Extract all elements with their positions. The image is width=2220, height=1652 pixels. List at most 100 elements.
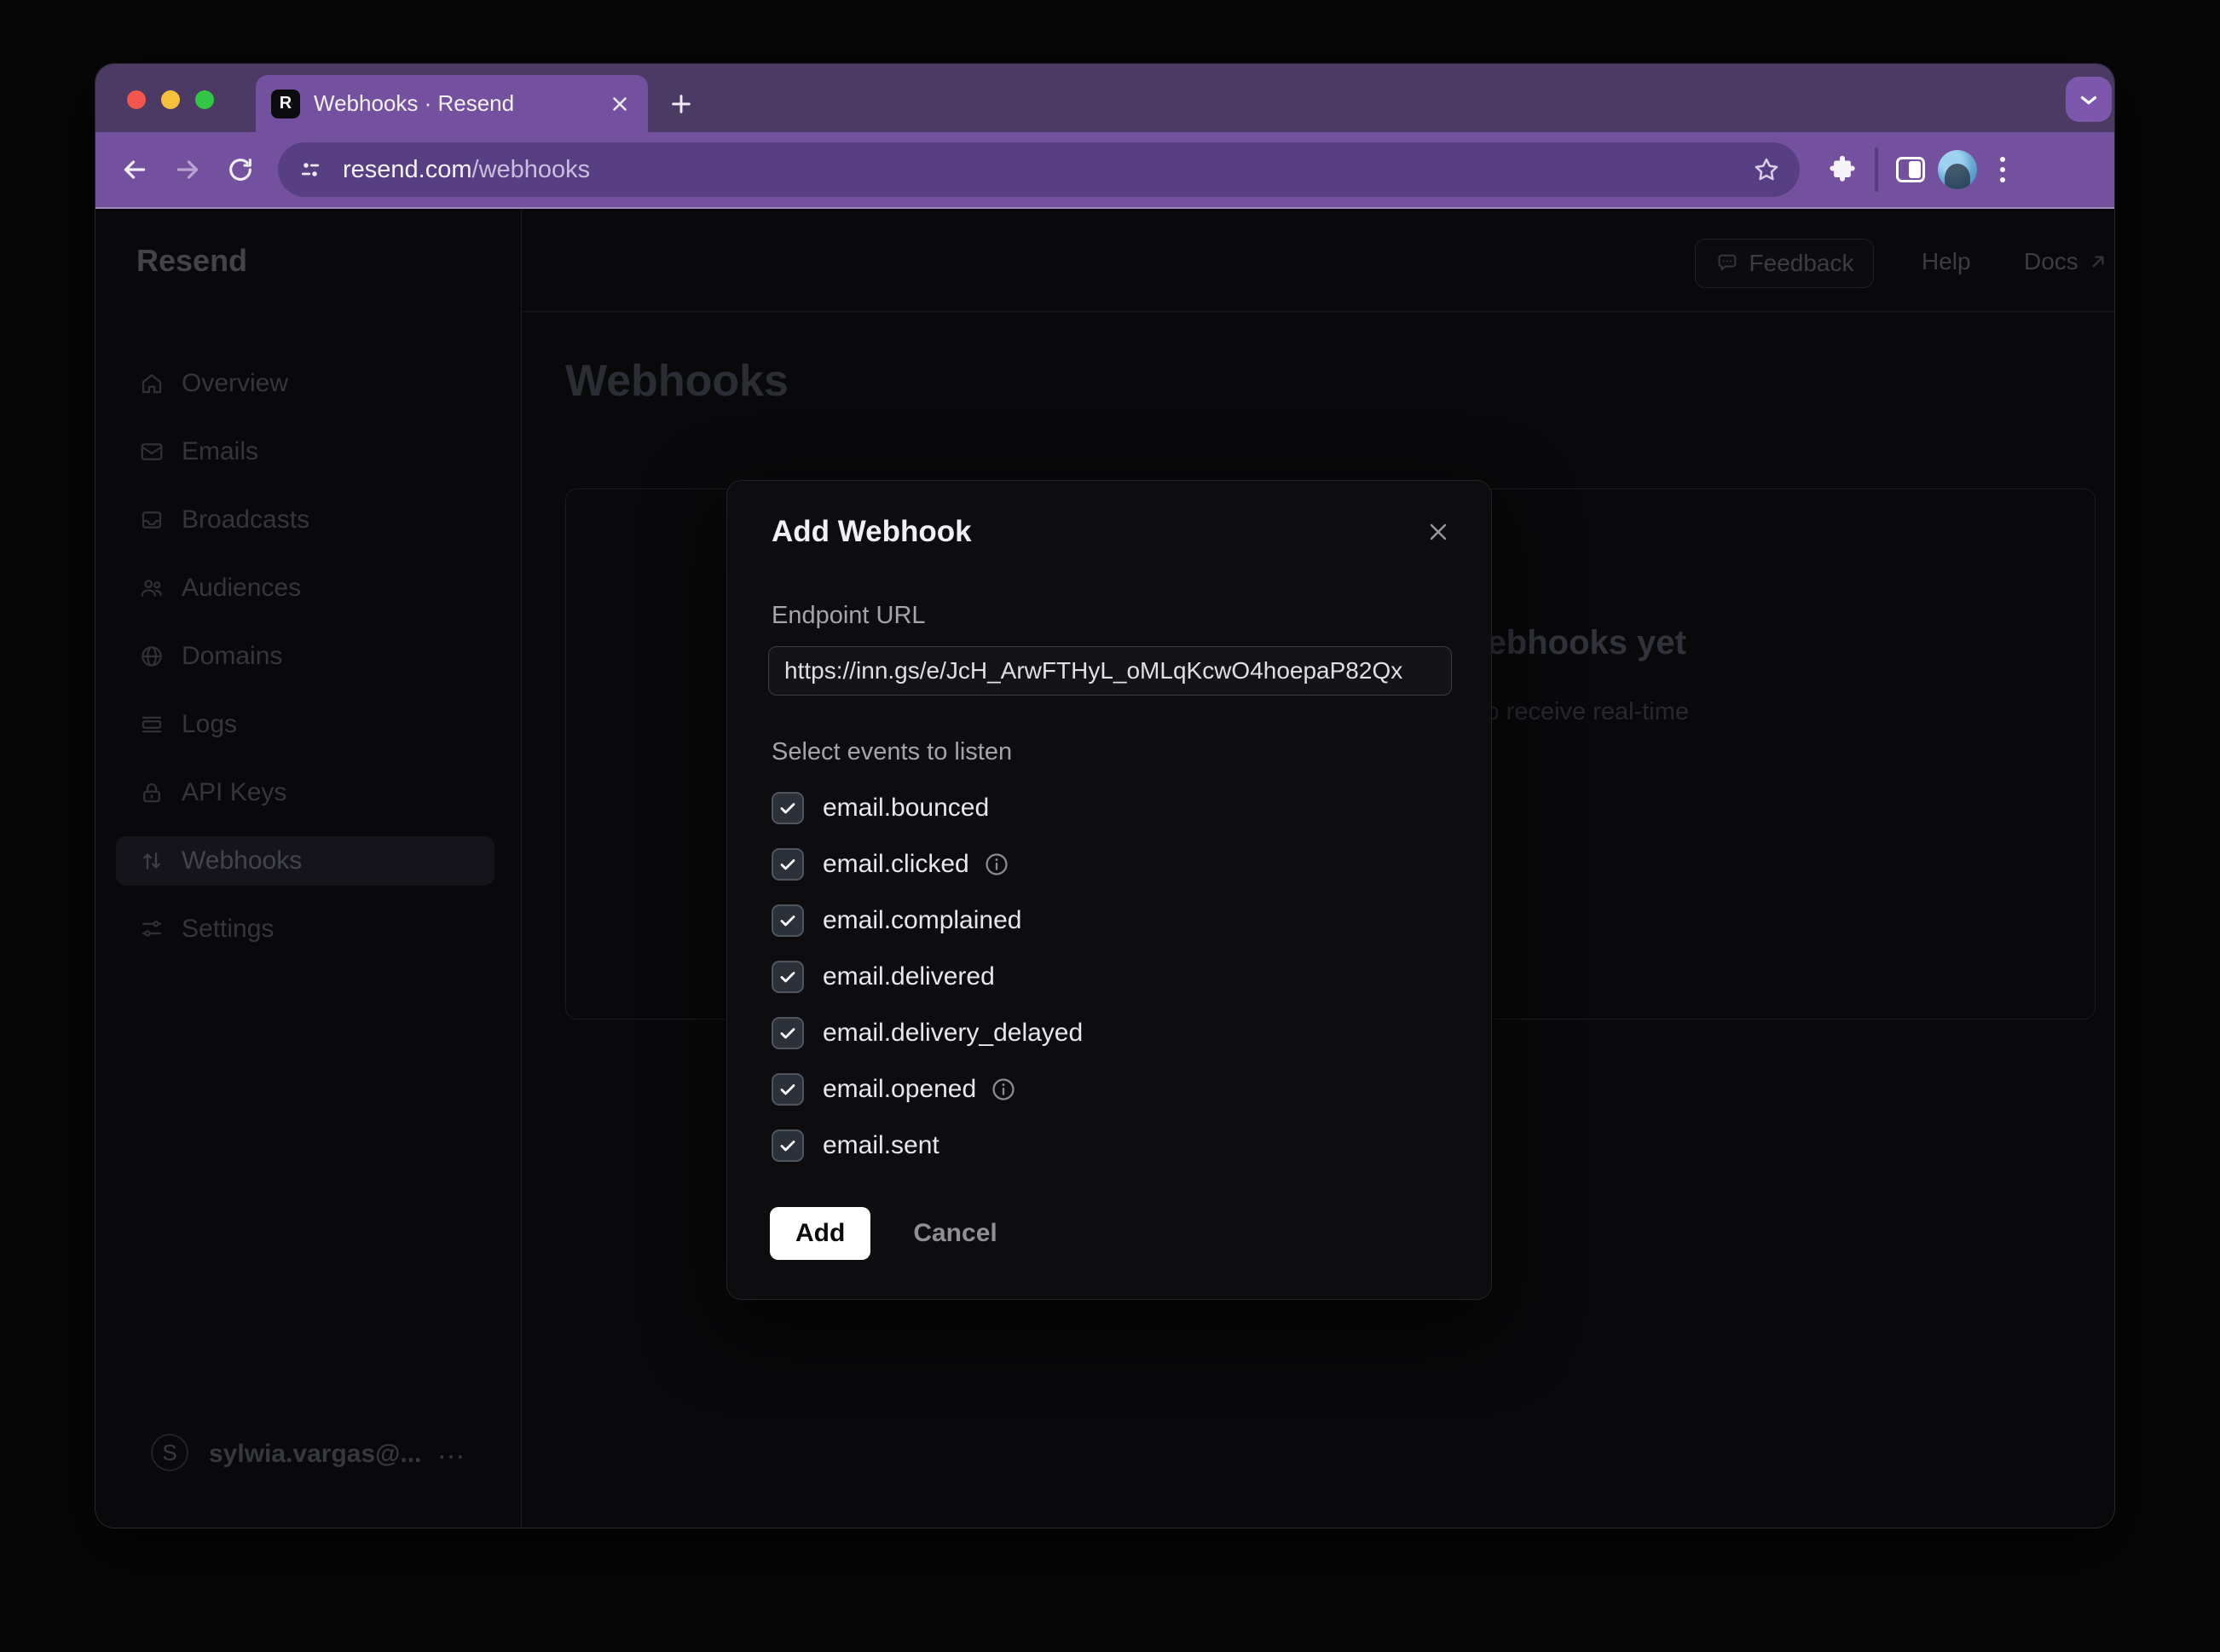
back-icon[interactable]	[116, 151, 153, 188]
endpoint-url-label: Endpoint URL	[772, 602, 926, 630]
feedback-button[interactable]: Feedback	[1695, 239, 1874, 288]
page-title: Webhooks	[565, 355, 789, 407]
event-row: email.complained	[772, 904, 1083, 938]
sidebar-item-domains[interactable]: Domains	[95, 632, 521, 681]
browser-window: R Webhooks · Resend	[95, 64, 2114, 1528]
header-divider	[522, 311, 2114, 312]
checkbox-checked-icon[interactable]	[772, 1129, 804, 1162]
forward-icon[interactable]	[169, 151, 206, 188]
sidebar-item-audiences[interactable]: Audiences	[95, 563, 521, 613]
sidebar-item-label: Domains	[182, 642, 282, 671]
docs-link[interactable]: Docs	[2024, 248, 2109, 275]
events-label: Select events to listen	[772, 738, 1012, 766]
checkbox-checked-icon[interactable]	[772, 1073, 804, 1106]
event-row: email.sent	[772, 1129, 1083, 1163]
checkbox-checked-icon[interactable]	[772, 904, 804, 937]
event-label: email.bounced	[823, 794, 989, 823]
rows-icon	[138, 711, 165, 738]
tab-strip: R Webhooks · Resend	[95, 64, 2114, 132]
lock-icon	[138, 779, 165, 806]
feedback-bubble-icon	[1715, 251, 1739, 275]
sidebar-item-label: Emails	[182, 437, 258, 466]
new-tab-button[interactable]	[665, 88, 697, 120]
checkbox-checked-icon[interactable]	[772, 848, 804, 881]
help-link[interactable]: Help	[1922, 248, 1971, 275]
event-label: email.complained	[823, 906, 1021, 935]
docs-label: Docs	[2024, 248, 2078, 275]
endpoint-url-input[interactable]: https://inn.gs/e/JcH_ArwFTHyL_oMLqKcwO4h…	[768, 646, 1452, 696]
url-domain: resend.com	[343, 156, 472, 183]
side-panel-icon[interactable]	[1892, 151, 1929, 188]
add-button[interactable]: Add	[770, 1207, 870, 1260]
cancel-button[interactable]: Cancel	[908, 1218, 1002, 1249]
info-icon[interactable]	[990, 1076, 1017, 1103]
profile-avatar[interactable]	[1938, 150, 1977, 189]
info-icon[interactable]	[983, 851, 1010, 878]
tab-title: Webhooks · Resend	[314, 90, 607, 117]
checkbox-checked-icon[interactable]	[772, 1017, 804, 1049]
sidebar-item-label: API Keys	[182, 778, 286, 807]
event-label: email.clicked	[823, 850, 969, 879]
event-row: email.clicked	[772, 847, 1083, 881]
sidebar-item-label: Overview	[182, 369, 288, 398]
sidebar-item-broadcasts[interactable]: Broadcasts	[95, 495, 521, 545]
checkbox-checked-icon[interactable]	[772, 961, 804, 993]
close-window-button[interactable]	[127, 90, 146, 109]
event-label: email.opened	[823, 1075, 976, 1104]
sidebar-item-label: Logs	[182, 710, 237, 739]
event-label: email.sent	[823, 1131, 939, 1160]
desktop-background: R Webhooks · Resend	[0, 0, 2220, 1652]
sidebar-item-overview[interactable]: Overview	[95, 359, 521, 408]
event-row: email.delivery_delayed	[772, 1016, 1083, 1050]
resend-logo: Resend	[136, 243, 247, 279]
url-path: /webhooks	[472, 156, 591, 183]
tab-favicon: R	[271, 90, 300, 118]
account-email: sylwia.vargas@...	[209, 1440, 421, 1469]
modal-title: Add Webhook	[772, 515, 972, 549]
inbox-icon	[138, 506, 165, 534]
account-menu-icon[interactable]: …	[436, 1433, 465, 1466]
sidebar-item-api-keys[interactable]: API Keys	[95, 768, 521, 817]
tab-search-chevron-button[interactable]	[2066, 77, 2112, 122]
feedback-label: Feedback	[1749, 250, 1854, 277]
url-text: resend.com/webhooks	[343, 156, 1750, 184]
sidebar-item-label: Broadcasts	[182, 505, 309, 534]
tab-close-icon[interactable]	[607, 91, 633, 117]
sidebar-item-logs[interactable]: Logs	[95, 700, 521, 749]
globe-icon	[138, 643, 165, 670]
users-icon	[138, 575, 165, 602]
event-label: email.delivered	[823, 962, 995, 991]
event-row: email.opened	[772, 1072, 1083, 1106]
home-icon	[138, 370, 165, 397]
minimize-window-button[interactable]	[161, 90, 180, 109]
sliders-icon	[138, 916, 165, 943]
account-row[interactable]: S sylwia.vargas@... …	[95, 1431, 521, 1482]
sidebar-item-label: Audiences	[182, 574, 301, 603]
account-avatar: S	[151, 1434, 188, 1471]
toolbar-right-icons	[1824, 147, 2020, 192]
sidebar-item-webhooks[interactable]: Webhooks	[116, 836, 494, 886]
sidebar-item-settings[interactable]: Settings	[95, 904, 521, 954]
modal-actions: Add Cancel	[770, 1207, 1003, 1260]
sidebar-item-label: Webhooks	[182, 846, 302, 875]
arrows-updown-icon	[138, 847, 165, 875]
extensions-icon[interactable]	[1824, 151, 1861, 188]
site-settings-icon[interactable]	[295, 154, 326, 185]
sidebar-item-emails[interactable]: Emails	[95, 427, 521, 477]
bookmark-star-icon[interactable]	[1750, 153, 1783, 186]
event-row: email.delivered	[772, 960, 1083, 994]
browser-tab[interactable]: R Webhooks · Resend	[256, 75, 648, 132]
browser-menu-icon[interactable]	[1986, 151, 2020, 188]
checkbox-checked-icon[interactable]	[772, 792, 804, 824]
browser-toolbar: resend.com/webhooks	[95, 132, 2114, 209]
modal-close-icon[interactable]	[1423, 517, 1454, 547]
external-link-icon	[2087, 251, 2109, 273]
toolbar-divider	[1875, 147, 1878, 192]
event-label: email.delivery_delayed	[823, 1019, 1083, 1048]
reload-icon[interactable]	[222, 151, 259, 188]
sidebar-item-label: Settings	[182, 915, 274, 944]
add-webhook-modal: Add Webhook Endpoint URL https://inn.gs/…	[726, 480, 1492, 1300]
address-bar[interactable]: resend.com/webhooks	[278, 142, 1800, 197]
maximize-window-button[interactable]	[195, 90, 214, 109]
envelope-icon	[138, 438, 165, 465]
